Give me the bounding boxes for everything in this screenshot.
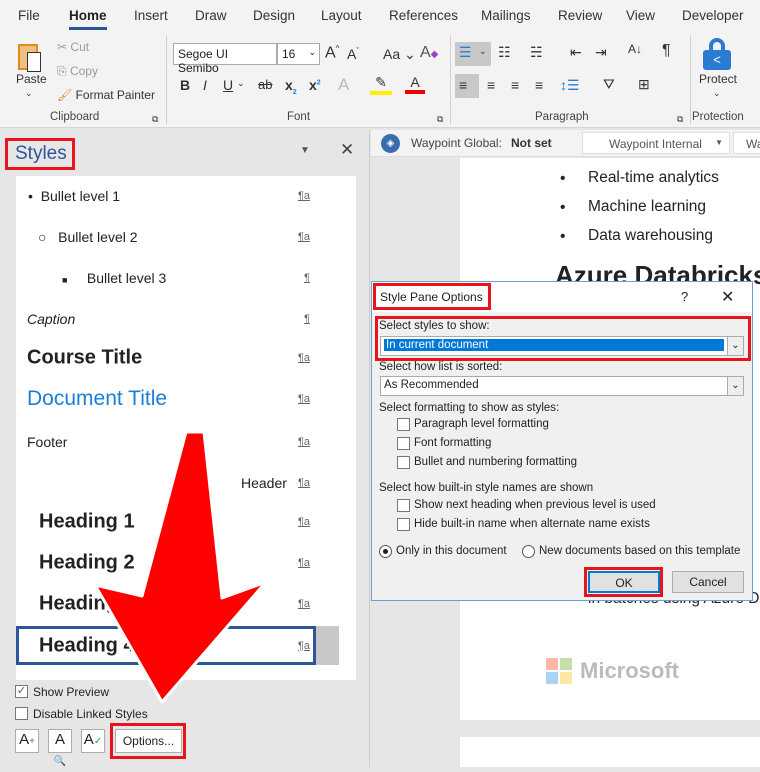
annotation-arrow xyxy=(93,430,268,704)
red-arrow-icon xyxy=(93,430,268,704)
